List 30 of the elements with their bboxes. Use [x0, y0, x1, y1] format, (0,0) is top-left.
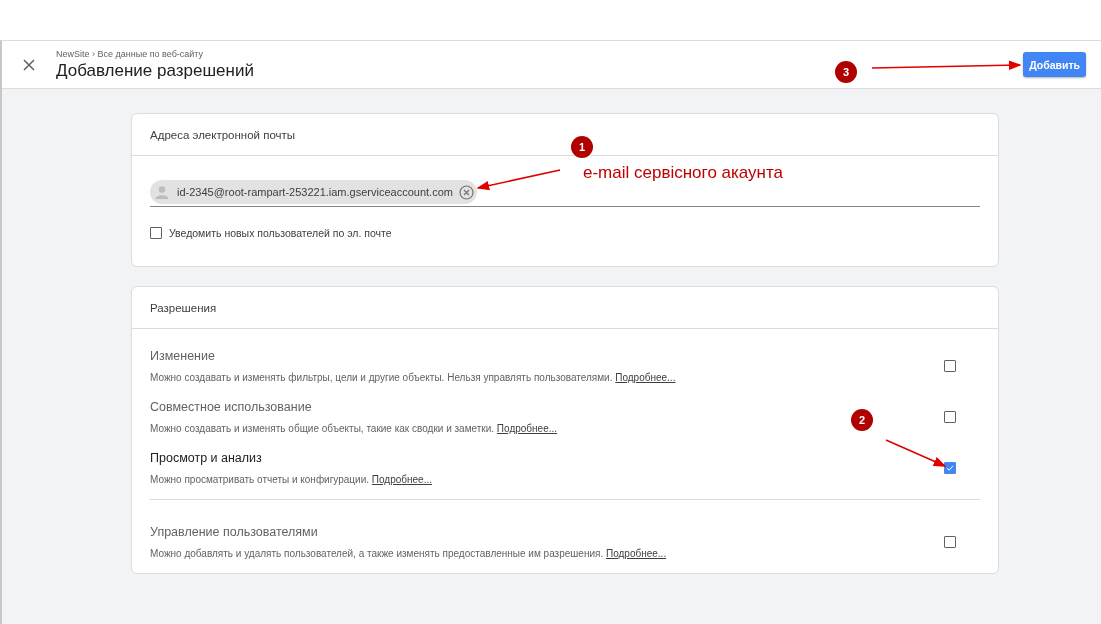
person-icon: [153, 183, 171, 201]
more-link[interactable]: Подробнее...: [496, 422, 558, 434]
add-button[interactable]: Добавить: [1023, 52, 1086, 77]
notify-label: Уведомить новых пользователей по эл. почте: [169, 227, 392, 239]
email-address: id-2345@root-rampart-253221.iam.gserviceaccount.com: [177, 186, 453, 198]
permission-description: Можно создавать и изменять фильтры, цели и другие объекты. Нельзя управлять пользователями. Подробнее...: [150, 371, 676, 383]
checkbox[interactable]: [944, 410, 956, 423]
more-link[interactable]: Подробнее...: [615, 371, 676, 383]
card-title: Адреса электронной почты: [150, 128, 296, 141]
annotation-note: e-mail сервісного акаунта: [583, 163, 784, 183]
remove-icon[interactable]: [458, 184, 474, 200]
card-title: Разрешения: [150, 301, 217, 314]
permission-title: Просмотр и анализ: [150, 450, 262, 465]
checkbox[interactable]: [944, 359, 956, 372]
permission-title: Управление пользователями: [150, 524, 318, 539]
annotation-arrow: [885, 439, 947, 467]
more-link[interactable]: Подробнее...: [371, 473, 432, 485]
breadcrumb: NewSite › Все данные по веб-сайту: [56, 48, 204, 59]
checkbox[interactable]: [150, 227, 162, 239]
checkbox[interactable]: [944, 461, 956, 474]
permission-description: Можно просматривать отчеты и конфигурации. Подробнее...: [150, 473, 432, 485]
close-icon: [23, 58, 35, 71]
permission-description: Можно создавать и изменять общие объекты, такие как сводки и заметки. Подробнее...: [150, 422, 558, 434]
checkbox[interactable]: [944, 535, 956, 548]
permission-title: Совместное использование: [150, 399, 312, 414]
email-input-field[interactable]: id-2345@root-rampart-253221.iam.gserviceaccount.com: [150, 180, 980, 207]
permission-title: Изменение: [150, 348, 215, 363]
page-title: Добавление разрешений: [56, 60, 254, 81]
more-link[interactable]: Подробнее...: [606, 547, 667, 559]
permission-description: Можно добавлять и удалять пользователей, а также изменять предоставленные им разрешения. Подробнее...: [150, 547, 667, 559]
